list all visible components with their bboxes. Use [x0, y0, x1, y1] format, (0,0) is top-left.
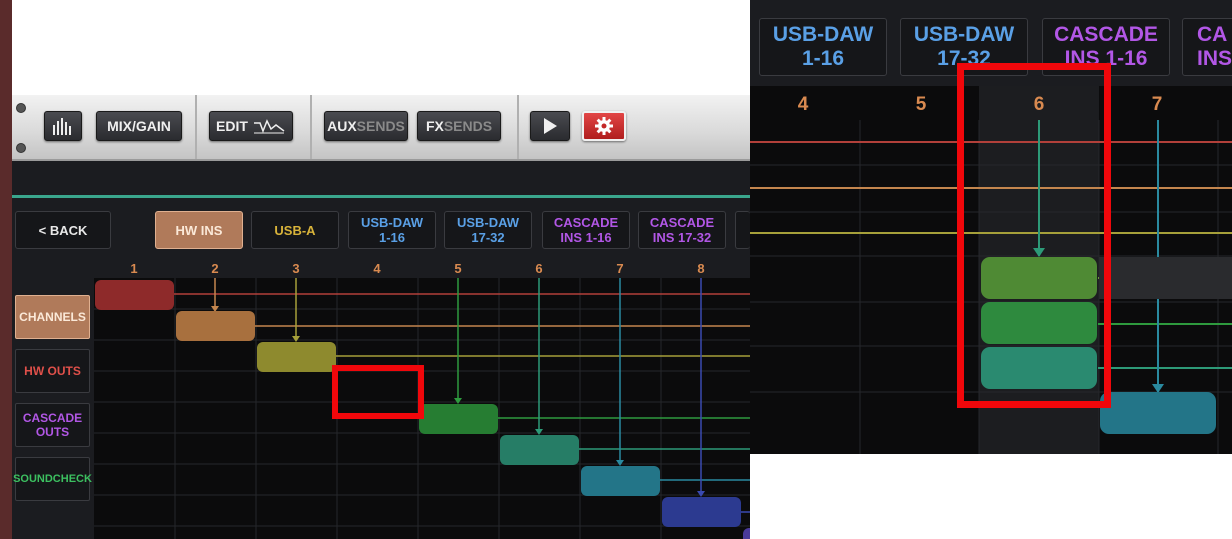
sends-label: SENDS	[443, 118, 493, 134]
window-frame	[0, 0, 12, 539]
play-button[interactable]	[530, 111, 570, 141]
tab-label: CASCADE	[553, 215, 619, 230]
route-block-3[interactable]	[257, 342, 336, 372]
tab-label: HW INS	[175, 222, 223, 238]
tab-label: USB-DAW	[360, 215, 424, 230]
screw-icon	[16, 103, 26, 113]
tab-usb-a[interactable]: USB-A	[251, 211, 339, 249]
tab-cascade-ins-17-32[interactable]: CASCADE INS 17-32	[638, 211, 726, 249]
play-icon	[544, 118, 557, 134]
aux-sends-button[interactable]: AUX SENDS	[324, 111, 408, 141]
tab-usb-daw-17-32[interactable]: USB-DAW 17-32	[444, 211, 532, 249]
button-label: CASCADE	[22, 411, 83, 425]
gear-icon	[595, 117, 613, 135]
tab-cascade-ins-1-16[interactable]: CASCADE INS 1-16	[542, 211, 630, 249]
column-number: 3	[292, 261, 300, 276]
route-block-5[interactable]	[419, 404, 498, 434]
accent-divider	[12, 195, 750, 198]
column-number: 1	[130, 261, 138, 276]
meters-icon	[53, 118, 71, 135]
button-sublabel: OUTS	[35, 425, 70, 439]
sends-label: SENDS	[356, 118, 405, 134]
aux-label: AUX	[327, 118, 357, 134]
tab-sublabel: 17-32	[471, 230, 505, 245]
route-block-6[interactable]	[500, 435, 579, 465]
toolbar-divider	[517, 95, 519, 159]
zoom-row-shade	[1099, 257, 1232, 299]
channels-button[interactable]: CHANNELS	[15, 295, 90, 339]
tab-label: USB-A	[274, 222, 316, 238]
zoom-route-block-d[interactable]	[1100, 392, 1216, 434]
edit-label: EDIT	[216, 118, 248, 134]
route-block-9[interactable]	[743, 528, 750, 539]
route-block-7[interactable]	[581, 466, 660, 496]
screw-icon	[16, 143, 26, 153]
column-number: 8	[697, 261, 705, 276]
tab-sublabel: 1-16	[378, 230, 406, 245]
fx-sends-button[interactable]: FX SENDS	[417, 111, 501, 141]
settings-button[interactable]	[582, 111, 626, 141]
fx-label: FX	[425, 118, 444, 134]
column-number: 5	[454, 261, 462, 276]
soundcheck-button[interactable]: SOUNDCHECK	[13, 457, 92, 501]
tab-usb-daw-1-16[interactable]: USB-DAW 1-16	[348, 211, 436, 249]
cascade-outs-button[interactable]: CASCADE OUTS	[15, 403, 90, 447]
mixer-routing-screenshot: MIX/GAIN EDIT AUX SENDS FX SENDS < BACK …	[0, 0, 750, 539]
route-block-2[interactable]	[176, 311, 255, 341]
route-block-1[interactable]	[95, 280, 174, 310]
tab-label: CASCADE	[649, 215, 715, 230]
toolbar-divider	[195, 95, 197, 159]
route-block-8[interactable]	[662, 497, 741, 527]
column-number: 6	[535, 261, 543, 276]
column-number: 2	[211, 261, 219, 276]
column-number: 7	[616, 261, 624, 276]
highlight-box-empty-slot	[332, 365, 424, 419]
eq-curve-icon	[253, 119, 285, 134]
back-button[interactable]: < BACK	[15, 211, 111, 249]
mix-gain-button[interactable]: MIX/GAIN	[96, 111, 182, 141]
meters-button[interactable]	[44, 111, 82, 141]
column-number: 4	[373, 261, 381, 276]
tab-label: USB-DAW	[456, 215, 520, 230]
tab-sublabel: INS 1-16	[560, 230, 612, 245]
toolbar-divider	[310, 95, 312, 159]
edit-button[interactable]: EDIT	[209, 111, 293, 141]
tab-hw-ins[interactable]: HW INS	[155, 211, 243, 249]
tab-sublabel: INS 17-32	[652, 230, 712, 245]
highlight-box-zoom	[957, 63, 1111, 408]
tab-overflow[interactable]	[735, 211, 750, 249]
hw-outs-button[interactable]: HW OUTS	[15, 349, 90, 393]
toolbar: MIX/GAIN EDIT AUX SENDS FX SENDS	[12, 95, 750, 161]
